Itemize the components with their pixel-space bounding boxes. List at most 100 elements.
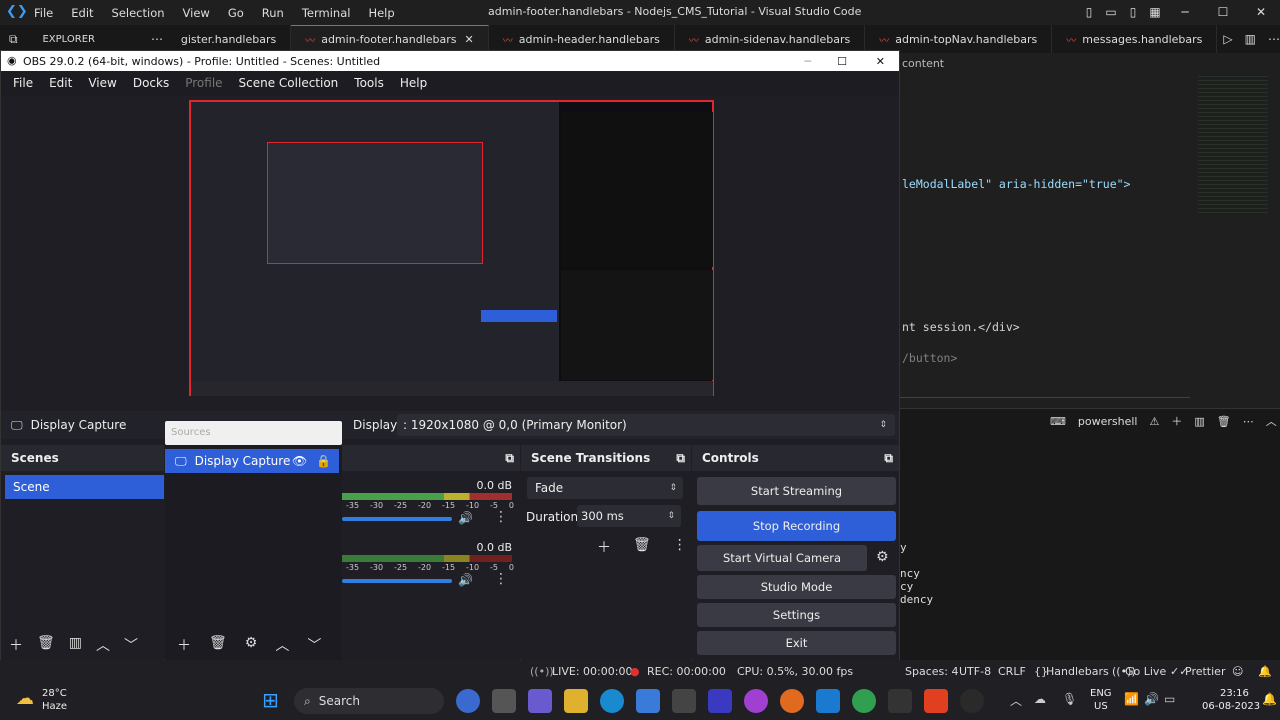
minimize-icon[interactable]: ─ <box>1166 0 1204 25</box>
notification-icon[interactable]: 🔔 <box>1262 692 1277 706</box>
task-view-icon[interactable] <box>492 689 516 713</box>
tab-close-icon[interactable]: ✕ <box>465 33 474 46</box>
bell-icon[interactable]: 🔔 <box>1258 665 1272 678</box>
mic-icon[interactable]: 🎙 <box>1062 692 1077 706</box>
start-virtual-camera-button[interactable]: Start Virtual Camera <box>697 545 867 571</box>
transition-more-icon[interactable]: ⋮ <box>673 537 687 557</box>
encoding-status[interactable]: UTF-8 <box>959 665 991 678</box>
obs-menu-profile[interactable]: Profile <box>177 76 230 90</box>
obs-menu-docks[interactable]: Docks <box>125 76 177 90</box>
tab-admin-sidenav[interactable]: 〰 admin-sidenav.handlebars <box>675 25 866 53</box>
tab-messages[interactable]: 〰 messages.handlebars <box>1052 25 1218 53</box>
store-icon[interactable] <box>636 689 660 713</box>
split-editor-icon[interactable]: ▥ <box>1245 32 1256 46</box>
obs-app-icon[interactable] <box>960 689 984 713</box>
obs-menu-help[interactable]: Help <box>392 76 435 90</box>
clock-time[interactable]: 23:16 <box>1220 688 1249 699</box>
settings-button[interactable]: Settings <box>697 603 896 627</box>
studio-mode-button[interactable]: Studio Mode <box>697 575 896 599</box>
lock-icon[interactable]: 🔒 <box>316 454 331 468</box>
source-properties-icon[interactable]: ⚙ <box>245 635 258 655</box>
tray-chevron-icon[interactable]: ︿ <box>1010 692 1022 709</box>
explorer-icon[interactable]: ⧉ <box>0 32 26 47</box>
display-select[interactable]: : 1920x1080 @ 0,0 (Primary Monitor) ⇕ <box>397 414 895 436</box>
code-editor[interactable]: content leModalLabel" aria-hidden="true"… <box>900 53 1280 408</box>
exit-button[interactable]: Exit <box>697 631 896 655</box>
windows-start-icon[interactable]: ⊞ <box>262 688 279 712</box>
lang[interactable]: ENG <box>1090 688 1112 699</box>
dock-float-icon[interactable]: ⧉ <box>676 451 685 466</box>
vscode-menu-edit[interactable]: Edit <box>62 6 102 20</box>
obs-close-icon[interactable]: ✕ <box>876 55 885 68</box>
spin-arrows-icon[interactable]: ⇕ <box>667 505 675 527</box>
volume-icon[interactable]: 🔊 <box>1144 692 1159 706</box>
speaker-icon[interactable]: 🔊 <box>458 573 473 587</box>
vscode-menu-run[interactable]: Run <box>253 6 293 20</box>
settings-app-icon[interactable] <box>672 689 696 713</box>
vscode-menu-terminal[interactable]: Terminal <box>293 6 360 20</box>
volume-slider[interactable] <box>342 579 452 583</box>
run-icon[interactable]: ▷ <box>1223 32 1232 46</box>
onedrive-icon[interactable]: ☁ <box>1034 692 1046 706</box>
move-up-icon[interactable]: ︿ <box>96 635 110 655</box>
trash-icon[interactable]: 🗑 <box>1217 415 1231 428</box>
mixer-more-icon[interactable]: ⋮ <box>494 571 508 587</box>
duration-spinbox[interactable]: 300 ms ⇕ <box>577 505 681 527</box>
layout-sidebar-icon[interactable]: ▯ <box>1078 0 1100 25</box>
move-down-icon[interactable]: ﹀ <box>307 635 321 655</box>
region[interactable]: US <box>1094 701 1108 712</box>
obs-menu-edit[interactable]: Edit <box>41 76 80 90</box>
edge-icon[interactable] <box>600 689 624 713</box>
clock-date[interactable]: 06-08-2023 <box>1202 701 1260 712</box>
chrome-icon[interactable] <box>852 689 876 713</box>
wifi-icon[interactable]: 📶 <box>1124 692 1139 706</box>
language-status[interactable]: Handlebars <box>1046 665 1109 678</box>
obs-preview[interactable] <box>189 100 714 396</box>
firefox-icon[interactable] <box>780 689 804 713</box>
speaker-icon[interactable]: 🔊 <box>458 511 473 525</box>
virtual-camera-settings-icon[interactable]: ⚙ <box>876 549 889 565</box>
move-down-icon[interactable]: ﹀ <box>124 635 138 655</box>
remove-transition-icon[interactable]: 🗑 <box>633 537 651 557</box>
scene-filters-icon[interactable]: ▥ <box>69 635 82 655</box>
dock-float-icon[interactable]: ⧉ <box>505 451 514 466</box>
vscode-menu-file[interactable]: File <box>25 6 62 20</box>
tab-admin-topnav[interactable]: 〰 admin-topNav.handlebars <box>865 25 1053 53</box>
terminal-label[interactable]: powershell <box>1078 415 1138 428</box>
scene-item[interactable]: Scene <box>5 475 164 499</box>
feedback-icon[interactable]: ☺ <box>1232 665 1243 678</box>
tab-register[interactable]: gister.handlebars <box>167 25 292 53</box>
obs-maximize-icon[interactable]: ☐ <box>837 55 847 68</box>
copilot-icon[interactable] <box>456 689 480 713</box>
split-terminal-icon[interactable]: ▥ <box>1194 415 1204 428</box>
teams-chat-icon[interactable] <box>528 689 552 713</box>
start-streaming-button[interactable]: Start Streaming <box>697 477 896 505</box>
maximize-panel-icon[interactable]: ︿ <box>1266 413 1277 429</box>
go-live-status[interactable]: Go Live <box>1125 665 1166 678</box>
explorer-more-icon[interactable]: ⋯ <box>151 32 167 46</box>
weather-icon[interactable]: ☁ <box>16 688 34 709</box>
vscode-menu-view[interactable]: View <box>174 6 219 20</box>
mixer-more-icon[interactable]: ⋮ <box>494 509 508 525</box>
prettier-status[interactable]: Prettier <box>1185 665 1225 678</box>
move-up-icon[interactable]: ︿ <box>275 635 289 655</box>
layout-customize-icon[interactable]: ▦ <box>1144 0 1166 25</box>
vscode-menu-help[interactable]: Help <box>359 6 403 20</box>
more-icon[interactable]: ⋯ <box>1243 415 1254 428</box>
close-icon[interactable]: ✕ <box>1242 0 1280 25</box>
layout-panel-icon[interactable]: ▭ <box>1100 0 1122 25</box>
taskbar-search[interactable]: ⌕ Search <box>294 688 444 714</box>
transition-select[interactable]: Fade ⇕ <box>527 477 683 499</box>
remove-source-icon[interactable]: 🗑 <box>209 635 227 655</box>
add-source-icon[interactable]: ＋ <box>177 635 191 655</box>
obs-menu-tools[interactable]: Tools <box>346 76 392 90</box>
tab-admin-header[interactable]: 〰 admin-header.handlebars <box>489 25 675 53</box>
obs-menu-view[interactable]: View <box>80 76 124 90</box>
vscode-menu-selection[interactable]: Selection <box>103 6 174 20</box>
source-item[interactable]: 🖵 Display Capture 👁 🔒 <box>165 449 339 473</box>
file-explorer-icon[interactable] <box>564 689 588 713</box>
visual-studio-icon[interactable] <box>708 689 732 713</box>
volume-slider[interactable] <box>342 517 452 521</box>
vscode-menu-go[interactable]: Go <box>219 6 253 20</box>
dock-float-icon[interactable]: ⧉ <box>884 451 893 466</box>
